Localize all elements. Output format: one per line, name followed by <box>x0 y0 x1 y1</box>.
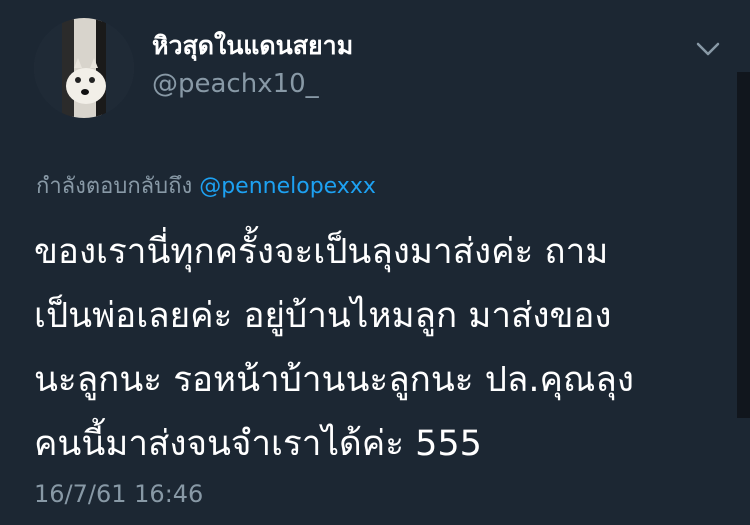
reply-prefix: กำลังตอบกลับถึง <box>36 174 193 199</box>
author-display-name[interactable]: หิวสุดในแดนสยาม <box>152 30 353 62</box>
reply-context: กำลังตอบกลับถึง @pennelopexxx <box>36 172 376 202</box>
tweet-card: หิวสุดในแดนสยาม @peachx10_ กำลังตอบกลับถ… <box>0 0 750 525</box>
scroll-edge <box>737 72 750 418</box>
tweet-timestamp[interactable]: 16/7/61 16:46 <box>34 478 203 510</box>
dog-avatar-image <box>34 18 134 118</box>
tweet-line: เป็นพ่อเลยค่ะ อยู่บ้านไหมลูก มาส่งของ <box>34 296 612 336</box>
tweet-line: ของเรานี่ทุกครั้งจะเป็นลุงมาส่งค่ะ ถาม <box>34 232 609 272</box>
avatar[interactable] <box>34 18 134 118</box>
tweet-body: ของเรานี่ทุกครั้งจะเป็นลุงมาส่งค่ะ ถาม เ… <box>34 220 724 476</box>
tweet-line: คนนี้มาส่งจนจำเราได้ค่ะ 555 <box>34 424 482 464</box>
tweet-line: นะลูกนะ รอหน้าบ้านนะลูกนะ ปล.คุณลุง <box>34 360 634 400</box>
author-handle[interactable]: @peachx10_ <box>152 68 319 100</box>
chevron-down-icon[interactable] <box>694 38 722 60</box>
reply-mention-link[interactable]: @pennelopexxx <box>199 174 376 199</box>
